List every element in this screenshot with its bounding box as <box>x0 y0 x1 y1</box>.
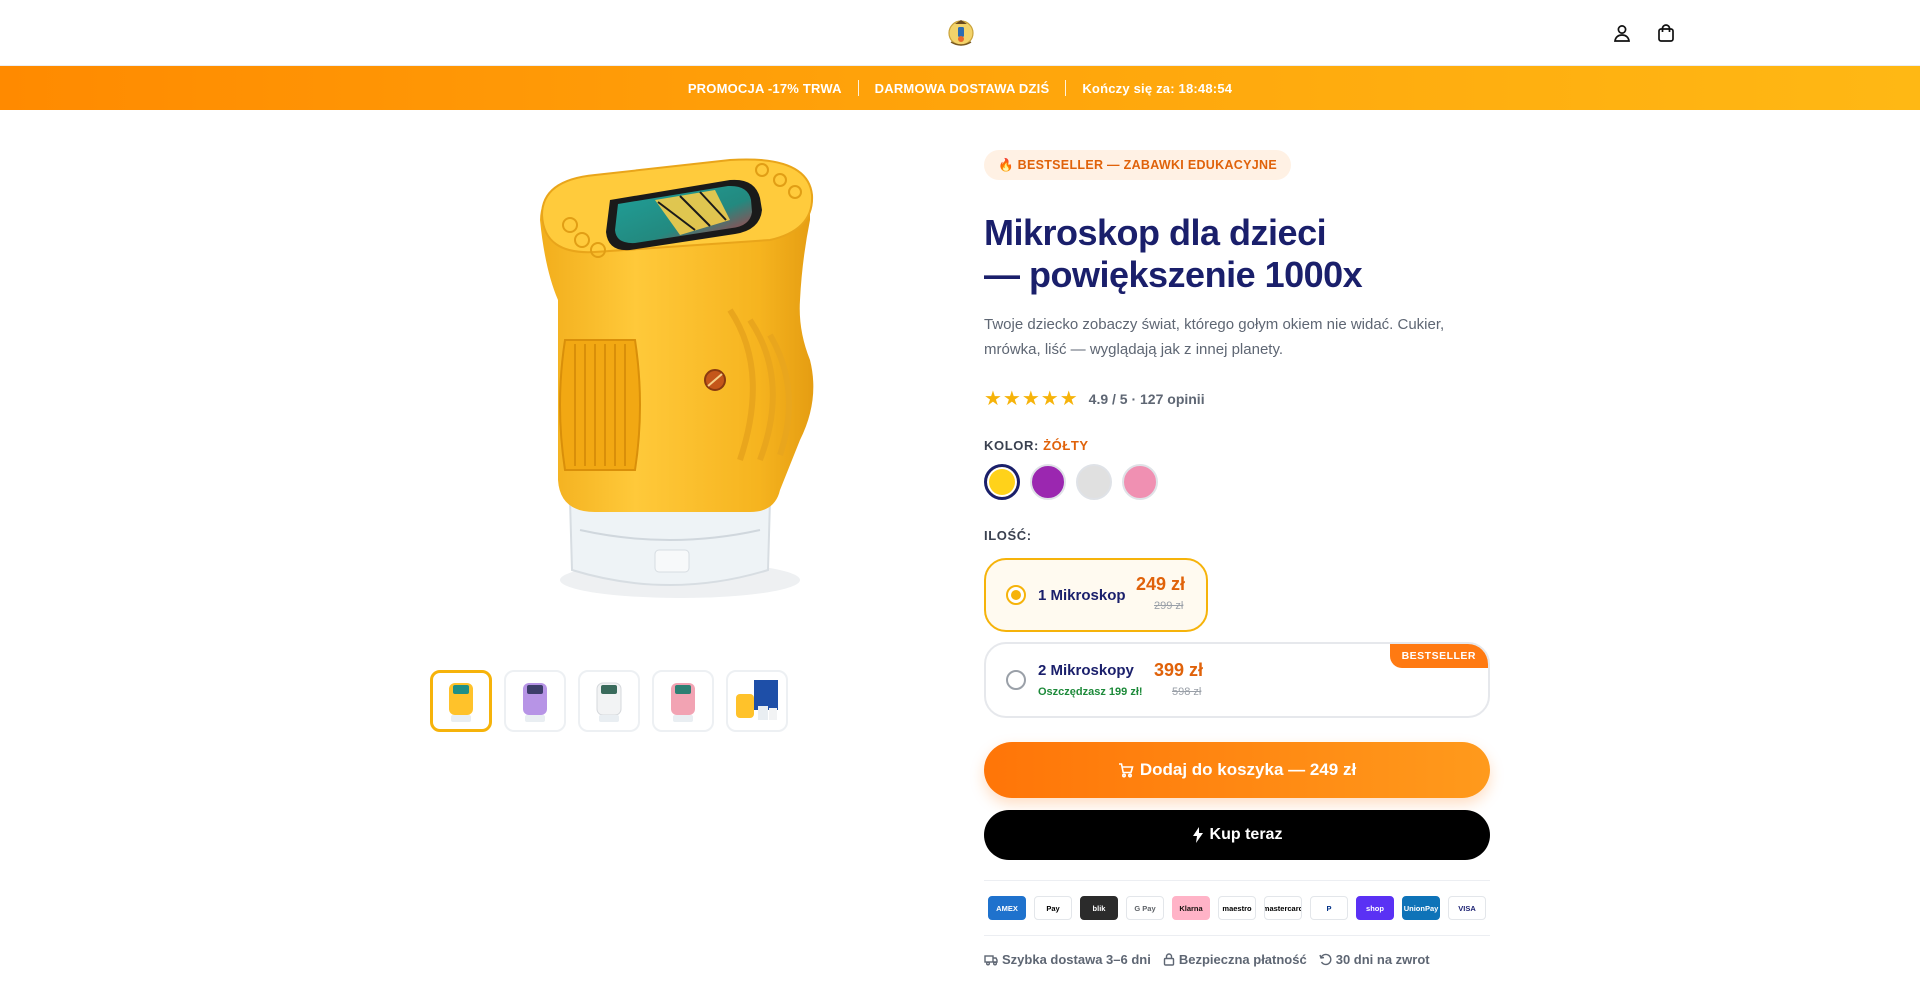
option-price: 399 zł <box>1154 660 1204 680</box>
title-line-2: — powiększenie 1000x <box>984 254 1363 295</box>
payment-blik-icon: blik <box>1080 896 1118 920</box>
option-old-price: 598 zł <box>1172 686 1202 698</box>
payment-maestro-icon: maestro <box>1218 896 1256 920</box>
thumbnail-box[interactable] <box>726 670 788 732</box>
bestseller-badge: 🔥 BESTSELLER — ZABAWKI EDUKACYJNE <box>984 150 1291 180</box>
color-swatches <box>984 464 1158 500</box>
add-to-cart-button[interactable]: Dodaj do koszyka — 249 zł <box>984 742 1490 798</box>
buy-now-label: Kup teraz <box>1209 826 1283 843</box>
user-icon[interactable] <box>1609 20 1635 46</box>
divider <box>1065 80 1067 96</box>
shopping-bag-icon[interactable] <box>1653 20 1679 46</box>
swatch-pink[interactable] <box>1122 464 1158 500</box>
payment-mastercard-icon: mastercard <box>1264 896 1302 920</box>
bestseller-ribbon: BESTSELLER <box>1389 644 1488 668</box>
option-old-price: 299 zł <box>1154 600 1184 612</box>
thumbnail-purple[interactable] <box>504 670 566 732</box>
site-header <box>0 0 1920 66</box>
microscope-logo-icon[interactable] <box>946 16 976 48</box>
thumbnail-white[interactable] <box>578 670 640 732</box>
product-description: Twoje dziecko zobaczy świat, którego goł… <box>984 316 1445 358</box>
product-main-image[interactable] <box>430 140 912 660</box>
shipping-text: DARMOWA DOSTAWA DZIŚ <box>874 80 1050 96</box>
payment-shop-icon: shop <box>1356 896 1394 920</box>
thumbnail-strip <box>430 670 788 732</box>
divider <box>857 80 859 96</box>
perk-text: Bezpieczna płatność <box>1178 952 1307 967</box>
perk-text: Szybka dostawa 3–6 dni <box>1002 952 1151 967</box>
option-name: 1 Mikroskop <box>1038 587 1126 604</box>
product-title: Mikroskop dla dzieci — powiększenie 1000… <box>984 212 1490 296</box>
option-savings: Oszczędzasz 199 zł! <box>1038 686 1143 698</box>
perks-row: Szybka dostawa 3–6 dni Bezpieczna płatno… <box>984 952 1430 967</box>
quantity-option-1[interactable]: 1 Mikroskop 249 zł 299 zł <box>984 558 1208 632</box>
payment-amex-icon: AMEX <box>988 896 1026 920</box>
perk-payment: Bezpieczna płatność <box>1163 952 1307 967</box>
promo-bar: PROMOCJA -17% TRWA DARMOWA DOSTAWA DZIŚ … <box>0 66 1920 110</box>
rating[interactable]: ★★★★★ 4.9 / 5 · 127 opinii <box>984 386 1205 411</box>
option-name: 2 Mikroskopy <box>1038 662 1134 679</box>
promo-text: PROMOCJA -17% TRWA <box>687 80 842 96</box>
title-line-1: Mikroskop dla dzieci <box>984 212 1327 253</box>
payment-visa-icon: VISA <box>1448 896 1486 920</box>
countdown-timer: Kończy się za: 18:48:54 <box>1082 80 1233 96</box>
payment-methods: AMEX Pay blik G Pay Klarna maestro mastercard P… <box>984 880 1490 936</box>
thumbnail-pink[interactable] <box>652 670 714 732</box>
payment-klarna-icon: Klarna <box>1172 896 1210 920</box>
add-to-cart-label: Dodaj do koszyka — 249 zł <box>1139 760 1357 779</box>
cart-icon <box>1118 762 1134 778</box>
payment-p-icon: P <box>1310 896 1348 920</box>
color-label-text: KOLOR: <box>984 438 1039 453</box>
swatch-purple[interactable] <box>1030 464 1066 500</box>
radio-selected[interactable] <box>1006 585 1026 605</box>
payment-pay-icon: Pay <box>1034 896 1072 920</box>
buy-now-button[interactable]: Kup teraz <box>984 810 1490 860</box>
color-label: KOLOR: ŻÓŁTY <box>984 438 1089 453</box>
lock-icon <box>1163 953 1175 966</box>
option-price: 249 zł <box>1136 574 1186 594</box>
thumbnail-yellow[interactable] <box>430 670 492 732</box>
payment-g-pay-icon: G Pay <box>1126 896 1164 920</box>
swatch-white[interactable] <box>1076 464 1112 500</box>
perk-delivery: Szybka dostawa 3–6 dni <box>984 952 1151 967</box>
rating-summary: 4.9 / 5 · 127 opinii <box>1088 390 1205 407</box>
quantity-label: ILOŚĆ: <box>984 528 1032 543</box>
payment-unionpay-icon: UnionPay <box>1402 896 1440 920</box>
lightning-icon <box>1192 827 1204 843</box>
perk-text: 30 dni na zwrot <box>1335 952 1430 967</box>
radio-unselected[interactable] <box>1006 670 1026 690</box>
selected-color: ŻÓŁTY <box>1043 438 1089 453</box>
rating-stars: ★★★★★ <box>984 388 1079 410</box>
quantity-option-2[interactable]: 2 Mikroskopy Oszczędzasz 199 zł! 399 zł … <box>984 642 1490 718</box>
swatch-yellow[interactable] <box>984 464 1020 500</box>
perk-returns: 30 dni na zwrot <box>1319 952 1430 967</box>
return-icon <box>1319 953 1332 966</box>
truck-icon <box>984 954 998 966</box>
